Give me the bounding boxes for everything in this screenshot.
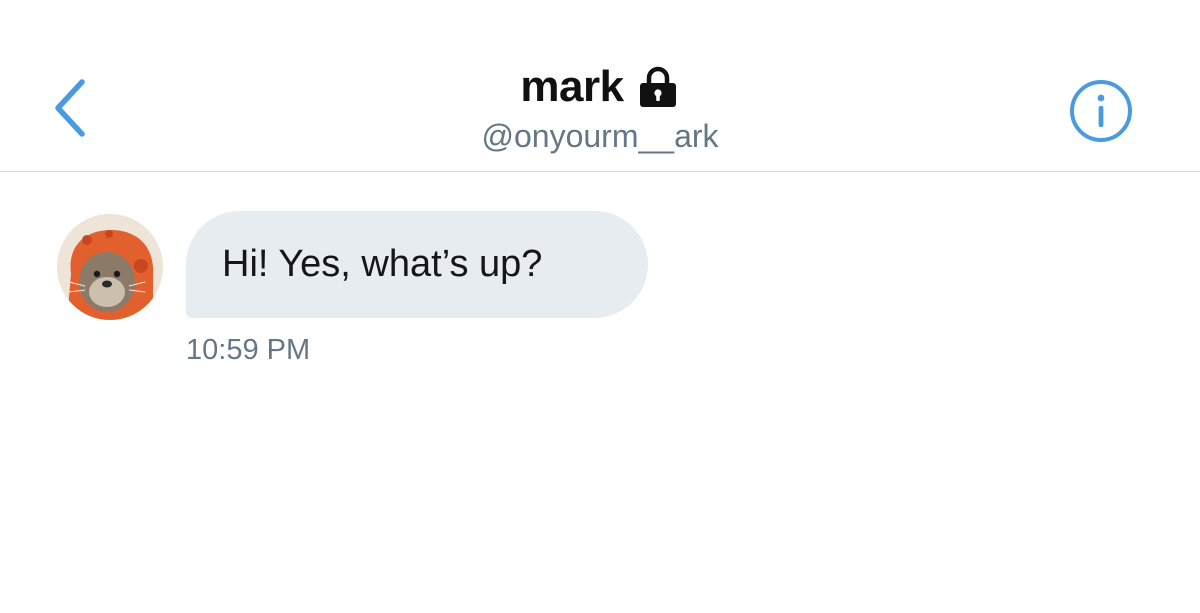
message-text: Hi! Yes, what’s up? [222,243,543,285]
message-timestamp: 10:59 PM [186,334,311,366]
display-name: mark [520,62,624,111]
otter-avatar-image [57,214,163,320]
user-handle: @onyourm__ark [481,118,719,154]
conversation-header: mark @onyourm__ark [0,0,1200,172]
info-button[interactable] [1068,78,1134,144]
conversation-title: mark [0,62,1200,112]
info-icon [1070,80,1132,142]
lock-icon [636,65,680,109]
message-bubble[interactable]: Hi! Yes, what’s up? [186,211,648,318]
avatar[interactable] [57,214,163,320]
